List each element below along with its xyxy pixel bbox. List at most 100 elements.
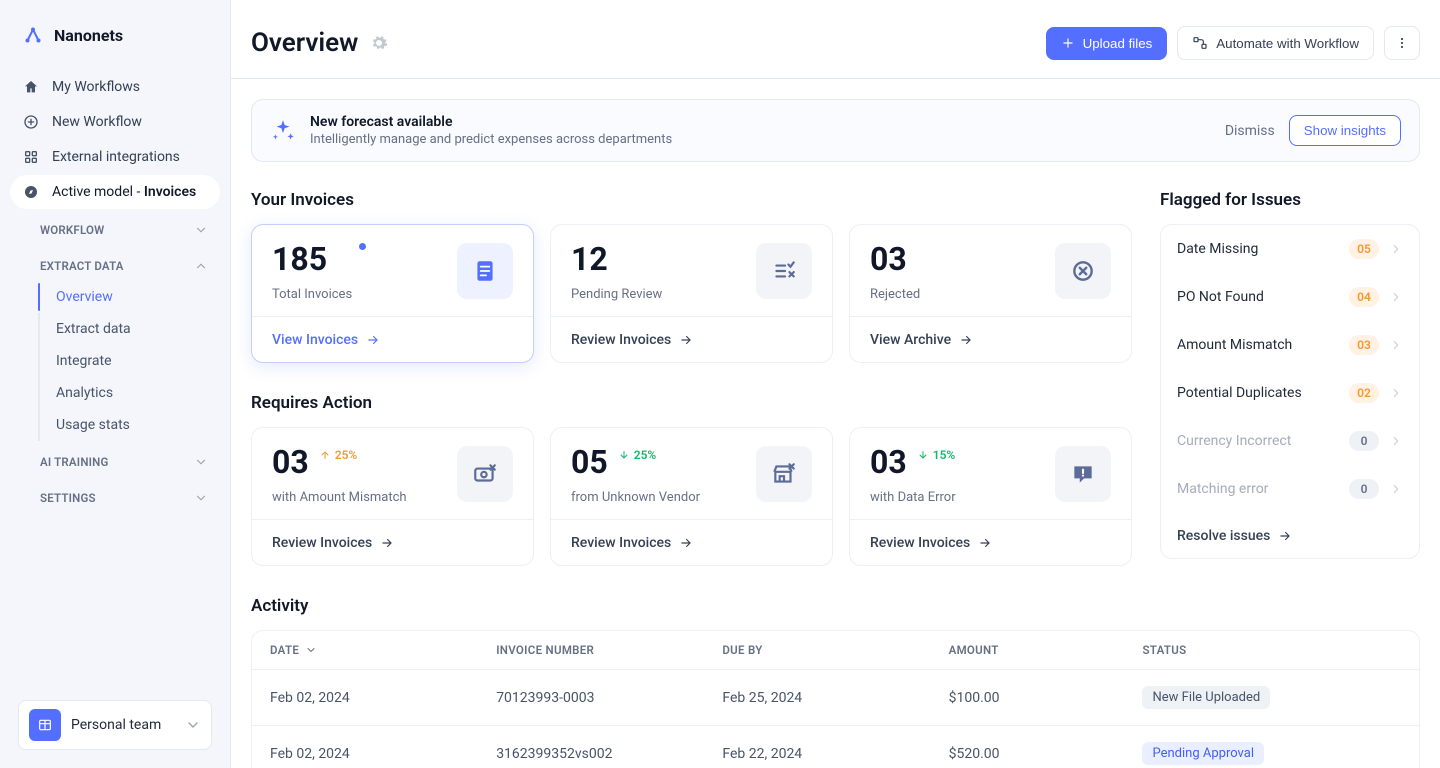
cash-x-icon — [457, 446, 513, 502]
brand-name: Nanonets — [54, 26, 123, 45]
chevron-down-icon — [194, 223, 208, 237]
grid-icon — [22, 148, 40, 166]
nav-item-my-workflows[interactable]: My Workflows — [10, 70, 220, 104]
more-options-button[interactable] — [1384, 26, 1420, 60]
store-x-icon — [756, 446, 812, 502]
stat-card: 185 Total Invoices View Invoices — [251, 224, 534, 363]
stat-card: 03 Rejected View Archive — [849, 224, 1132, 363]
status-badge: Pending Approval — [1142, 742, 1264, 765]
stat-card-link[interactable]: Review Invoices — [571, 535, 693, 551]
stat-value: 0325% — [272, 446, 407, 478]
section-settings[interactable]: SETTINGS — [10, 483, 220, 513]
flag-item[interactable]: Matching error 0 — [1161, 465, 1419, 513]
nav-item-label: External integrations — [52, 149, 180, 165]
forecast-banner: New forecast available Intelligently man… — [251, 99, 1420, 162]
subnav-extract-data[interactable]: Extract data — [36, 313, 220, 345]
stat-value: 12 — [571, 243, 662, 275]
flag-item[interactable]: Currency Incorrect 0 — [1161, 417, 1419, 465]
stat-value: 03 — [870, 243, 920, 275]
nav-item-label: Active model - Invoices — [52, 184, 196, 200]
arrow-down-icon — [917, 449, 929, 461]
flag-count-badge: 0 — [1349, 431, 1379, 451]
doc-icon — [457, 243, 513, 299]
col-date-sort[interactable]: DATE — [270, 643, 496, 657]
subnav-overview[interactable]: Overview — [36, 281, 220, 313]
plus-icon — [1061, 36, 1075, 50]
chevron-down-icon — [305, 644, 317, 656]
flag-item[interactable]: PO Not Found 04 — [1161, 273, 1419, 321]
requires-action-title: Requires Action — [251, 393, 1132, 413]
table-row[interactable]: Feb 02, 2024 3162399352vs002 Feb 22, 202… — [252, 726, 1419, 768]
stat-card-link-label: View Archive — [870, 332, 951, 348]
cell-date: Feb 02, 2024 — [270, 746, 496, 762]
page-title: Overview — [251, 28, 358, 58]
arrow-right-icon — [366, 333, 380, 347]
cell-status: New File Uploaded — [1142, 686, 1401, 709]
chevron-right-icon — [1389, 338, 1403, 352]
team-name: Personal team — [71, 717, 161, 733]
section-label: EXTRACT DATA — [40, 259, 124, 273]
settings-gear-icon[interactable] — [370, 34, 388, 52]
section-extract-data[interactable]: EXTRACT DATA — [10, 251, 220, 281]
flag-count-badge: 02 — [1349, 383, 1379, 403]
chevron-down-icon — [185, 717, 201, 733]
chevron-down-icon — [194, 455, 208, 469]
workflow-icon — [1192, 35, 1208, 51]
section-workflow[interactable]: WORKFLOW — [10, 215, 220, 245]
stat-label: with Data Error — [870, 490, 956, 505]
checklist-icon — [756, 243, 812, 299]
banner-subtitle: Intelligently manage and predict expense… — [310, 132, 672, 147]
chevron-right-icon — [1389, 434, 1403, 448]
arrow-right-icon — [679, 536, 693, 550]
cell-invoice-number: 70123993-0003 — [496, 690, 722, 706]
table-row[interactable]: Feb 02, 2024 70123993-0003 Feb 25, 2024 … — [252, 670, 1419, 726]
show-insights-button[interactable]: Show insights — [1289, 115, 1401, 146]
arrow-right-icon — [380, 536, 394, 550]
automate-workflow-button[interactable]: Automate with Workflow — [1177, 26, 1374, 60]
nav-top: My Workflows New Workflow External integra… — [10, 70, 220, 209]
dismiss-link[interactable]: Dismiss — [1225, 123, 1275, 139]
nav-item-active-model[interactable]: Active model - Invoices — [10, 175, 220, 209]
arrow-down-icon — [618, 449, 630, 461]
nav-item-label: New Workflow — [52, 114, 142, 130]
brand: Nanonets — [10, 18, 220, 56]
subnav-analytics[interactable]: Analytics — [36, 377, 220, 409]
brand-logo-icon — [22, 24, 44, 46]
stat-card: 0525% from Unknown Vendor Review Invoice… — [550, 427, 833, 566]
stat-card-link[interactable]: View Invoices — [272, 332, 380, 348]
nav-item-external-integrations[interactable]: External integrations — [10, 140, 220, 174]
activity-table: DATE INVOICE NUMBER DUE BY AMOUNT STATUS… — [251, 630, 1420, 768]
stat-card-link[interactable]: Review Invoices — [571, 332, 693, 348]
subnav-usage-stats[interactable]: Usage stats — [36, 409, 220, 441]
flag-item[interactable]: Potential Duplicates 02 — [1161, 369, 1419, 417]
stat-card: 0325% with Amount Mismatch Review Invoic… — [251, 427, 534, 566]
nav-item-new-workflow[interactable]: New Workflow — [10, 105, 220, 139]
stat-card-link[interactable]: Review Invoices — [272, 535, 394, 551]
section-ai-training[interactable]: AI TRAINING — [10, 447, 220, 477]
arrow-up-icon — [319, 449, 331, 461]
x-circle-icon — [1055, 243, 1111, 299]
notification-dot-icon — [359, 243, 366, 250]
subnav-integrate[interactable]: Integrate — [36, 345, 220, 377]
team-selector[interactable]: Personal team — [18, 700, 212, 750]
flag-item[interactable]: Date Missing 05 — [1161, 225, 1419, 273]
stat-value: 0315% — [870, 446, 956, 478]
team-avatar-icon — [29, 709, 61, 741]
resolve-issues-link[interactable]: Resolve issues — [1177, 528, 1292, 544]
stat-card: 12 Pending Review Review Invoices — [550, 224, 833, 363]
flag-item[interactable]: Amount Mismatch 03 — [1161, 321, 1419, 369]
stat-value: 0525% — [571, 446, 700, 478]
col-status: STATUS — [1142, 643, 1401, 657]
col-date: DATE — [270, 643, 299, 657]
flag-count-badge: 0 — [1349, 479, 1379, 499]
flag-count-badge: 03 — [1349, 335, 1379, 355]
arrow-right-icon — [1278, 529, 1292, 543]
cell-date: Feb 02, 2024 — [270, 690, 496, 706]
upload-files-button[interactable]: Upload files — [1046, 27, 1168, 60]
chevron-down-icon — [194, 491, 208, 505]
nav-sections: WORKFLOW EXTRACT DATA OverviewExtract data… — [10, 209, 220, 513]
flag-count-badge: 05 — [1349, 239, 1379, 259]
stat-card-link[interactable]: View Archive — [870, 332, 973, 348]
stat-label: Rejected — [870, 287, 920, 302]
stat-card-link[interactable]: Review Invoices — [870, 535, 992, 551]
